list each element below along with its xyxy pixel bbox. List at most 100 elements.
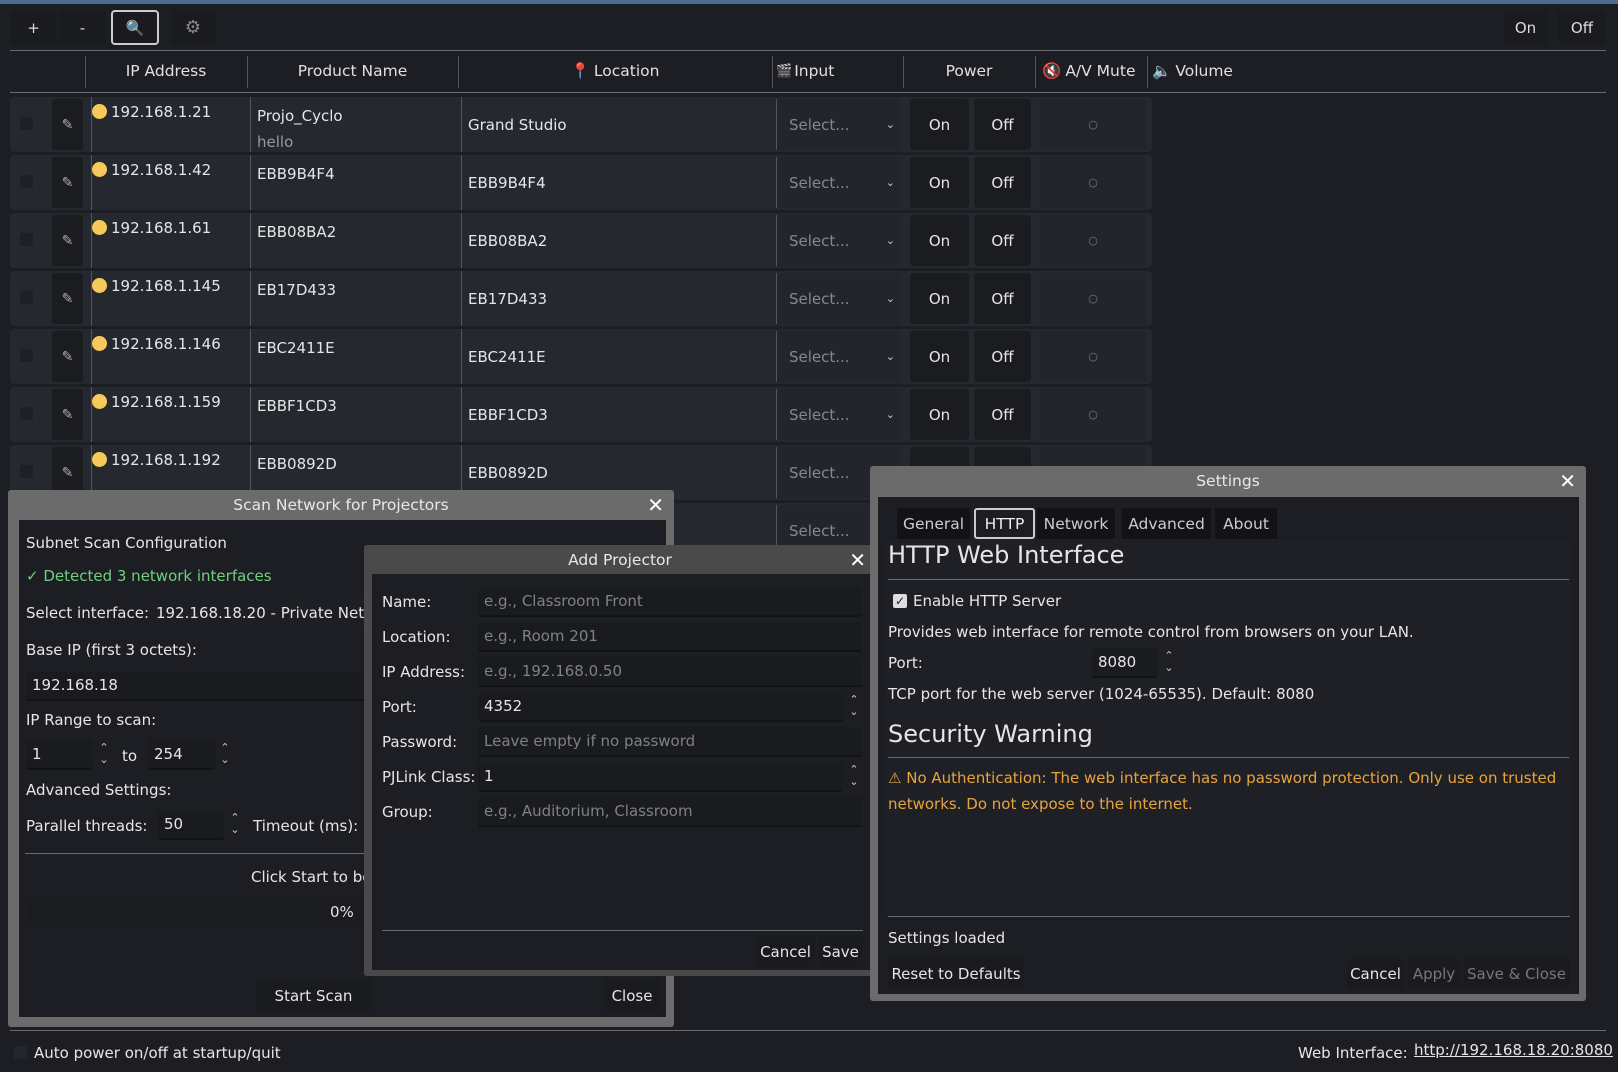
tab-advanced[interactable]: Advanced [1122, 508, 1211, 539]
add-field-input[interactable]: e.g., Auditorium, Classroom [478, 797, 862, 827]
av-mute-toggle[interactable]: ○ [1040, 157, 1146, 208]
http-port-input[interactable]: 8080 [1092, 648, 1158, 678]
remove-projector-button[interactable]: - [59, 10, 106, 45]
divider [888, 916, 1570, 917]
power-off-button[interactable]: Off [974, 157, 1031, 208]
av-mute-toggle[interactable]: ○ [1040, 99, 1146, 150]
power-off-button[interactable]: Off [974, 215, 1031, 266]
edit-button[interactable]: ✎ [52, 157, 83, 208]
spin-arrows-icon[interactable]: ⌃ ⌄ [98, 742, 110, 766]
all-on-button[interactable]: On [1503, 10, 1548, 45]
spin-arrows-icon[interactable]: ⌃ ⌄ [229, 812, 241, 836]
spin-arrows-icon[interactable]: ⌃ ⌄ [219, 742, 231, 766]
row-checkbox[interactable] [20, 175, 33, 188]
settings-button[interactable]: ⚙ [171, 10, 215, 45]
edit-button[interactable]: ✎ [52, 389, 83, 440]
power-on-button[interactable]: On [910, 389, 969, 440]
port-label: Port: [888, 654, 923, 672]
all-off-button[interactable]: Off [1558, 10, 1606, 45]
edit-button[interactable]: ✎ [52, 273, 83, 324]
power-on-button[interactable]: On [910, 99, 969, 150]
row-checkbox[interactable] [20, 233, 33, 246]
divider [10, 1030, 1606, 1031]
edit-button[interactable]: ✎ [52, 331, 83, 382]
power-on-button[interactable]: On [910, 273, 969, 324]
ip-text: 192.168.1.21 [111, 103, 212, 121]
interface-select[interactable]: 192.168.18.20 - Private Network [150, 598, 366, 628]
field-label: Name: [382, 593, 432, 611]
input-select[interactable]: Select... ⌄ [776, 157, 901, 208]
auto-power-checkbox[interactable] [14, 1046, 27, 1059]
warning-text: No Authentication: The web interface has… [888, 769, 1557, 813]
edit-button[interactable]: ✎ [52, 99, 83, 150]
column-location[interactable]: 📍 Location [458, 52, 772, 90]
input-select[interactable]: Select... ⌄ [776, 215, 901, 266]
edit-button[interactable]: ✎ [52, 215, 83, 266]
range-to-input[interactable]: 254 [148, 740, 215, 770]
power-on-button[interactable]: On [910, 157, 969, 208]
row-checkbox[interactable] [20, 407, 33, 420]
column-product[interactable]: Product Name [247, 52, 458, 90]
power-off-button[interactable]: Off [974, 273, 1031, 324]
column-power[interactable]: Power [903, 52, 1035, 90]
column-ip[interactable]: IP Address [85, 52, 247, 90]
spin-arrows-icon[interactable]: ⌃ ⌄ [1163, 650, 1175, 674]
add-field-input[interactable]: e.g., Classroom Front [478, 587, 862, 617]
add-field-input[interactable]: e.g., 192.168.0.50 [478, 657, 862, 687]
power-on-button[interactable]: On [910, 215, 969, 266]
dialog-title: Settings [1196, 472, 1260, 490]
reset-defaults-button[interactable]: Reset to Defaults [889, 958, 1023, 989]
scan-button[interactable]: 🔍 [111, 10, 159, 45]
start-scan-button[interactable]: Start Scan [255, 980, 372, 1011]
close-icon[interactable]: ✕ [1559, 469, 1576, 493]
range-from-value: 1 [32, 745, 42, 763]
row-checkbox[interactable] [20, 117, 33, 130]
input-select[interactable]: Select... ⌄ [776, 99, 901, 150]
column-input[interactable]: 🎬 Input [772, 52, 903, 90]
add-field-input[interactable]: Leave empty if no password [478, 727, 862, 757]
tab-general[interactable]: General [897, 508, 970, 539]
threads-input[interactable]: 50 [158, 810, 224, 840]
power-on-button[interactable]: On [910, 331, 969, 382]
input-select[interactable]: Select... ⌄ [776, 331, 901, 382]
tab-network[interactable]: Network [1037, 508, 1115, 539]
close-icon[interactable]: ✕ [647, 493, 664, 517]
save-close-button[interactable]: Save & Close [1463, 958, 1570, 989]
add-field-input[interactable]: e.g., Room 201 [478, 622, 862, 652]
av-mute-toggle[interactable]: ○ [1040, 331, 1146, 382]
av-mute-toggle[interactable]: ○ [1040, 273, 1146, 324]
power-off-button[interactable]: Off [974, 99, 1031, 150]
row-checkbox[interactable] [20, 349, 33, 362]
column-volume[interactable]: 🔈 Volume [1147, 52, 1267, 90]
range-from-input[interactable]: 1 [26, 740, 93, 770]
spin-arrows-icon[interactable]: ⌃ ⌄ [848, 694, 860, 718]
close-button[interactable]: Close [604, 980, 660, 1011]
add-field-input[interactable]: 4352 [478, 692, 843, 722]
row-checkbox[interactable] [20, 291, 33, 304]
cancel-button[interactable]: Cancel [756, 936, 815, 967]
power-off-button[interactable]: Off [974, 331, 1031, 382]
av-mute-toggle[interactable]: ○ [1040, 389, 1146, 440]
add-field-input[interactable]: 1 [478, 762, 843, 792]
av-mute-toggle[interactable]: ○ [1040, 215, 1146, 266]
base-ip-input[interactable]: 192.168.18 [26, 671, 366, 701]
settings-cancel-button[interactable]: Cancel [1347, 958, 1404, 989]
base-ip-value: 192.168.18 [32, 676, 118, 694]
power-off-button[interactable]: Off [974, 389, 1031, 440]
enable-http-checkbox[interactable]: ✓ Enable HTTP Server [893, 592, 1061, 610]
column-mute[interactable]: 🔇 A/V Mute [1035, 52, 1147, 90]
spin-arrows-icon[interactable]: ⌃ ⌄ [848, 764, 860, 788]
add-projector-button[interactable]: + [10, 10, 57, 45]
close-icon[interactable]: ✕ [849, 548, 866, 572]
status-dot-icon [92, 104, 107, 119]
apply-button[interactable]: Apply [1408, 958, 1460, 989]
web-interface-link[interactable]: http://192.168.18.20:8080 [1414, 1041, 1613, 1059]
tab-http[interactable]: HTTP [974, 508, 1035, 539]
save-button[interactable]: Save [818, 936, 863, 967]
location-cell: EB17D433 [461, 271, 776, 326]
input-select[interactable]: Select... ⌄ [776, 273, 901, 324]
input-select[interactable]: Select... ⌄ [776, 389, 901, 440]
pin-icon: 📍 [570, 62, 590, 80]
tab-about[interactable]: About [1215, 508, 1277, 539]
row-checkbox[interactable] [20, 465, 33, 478]
